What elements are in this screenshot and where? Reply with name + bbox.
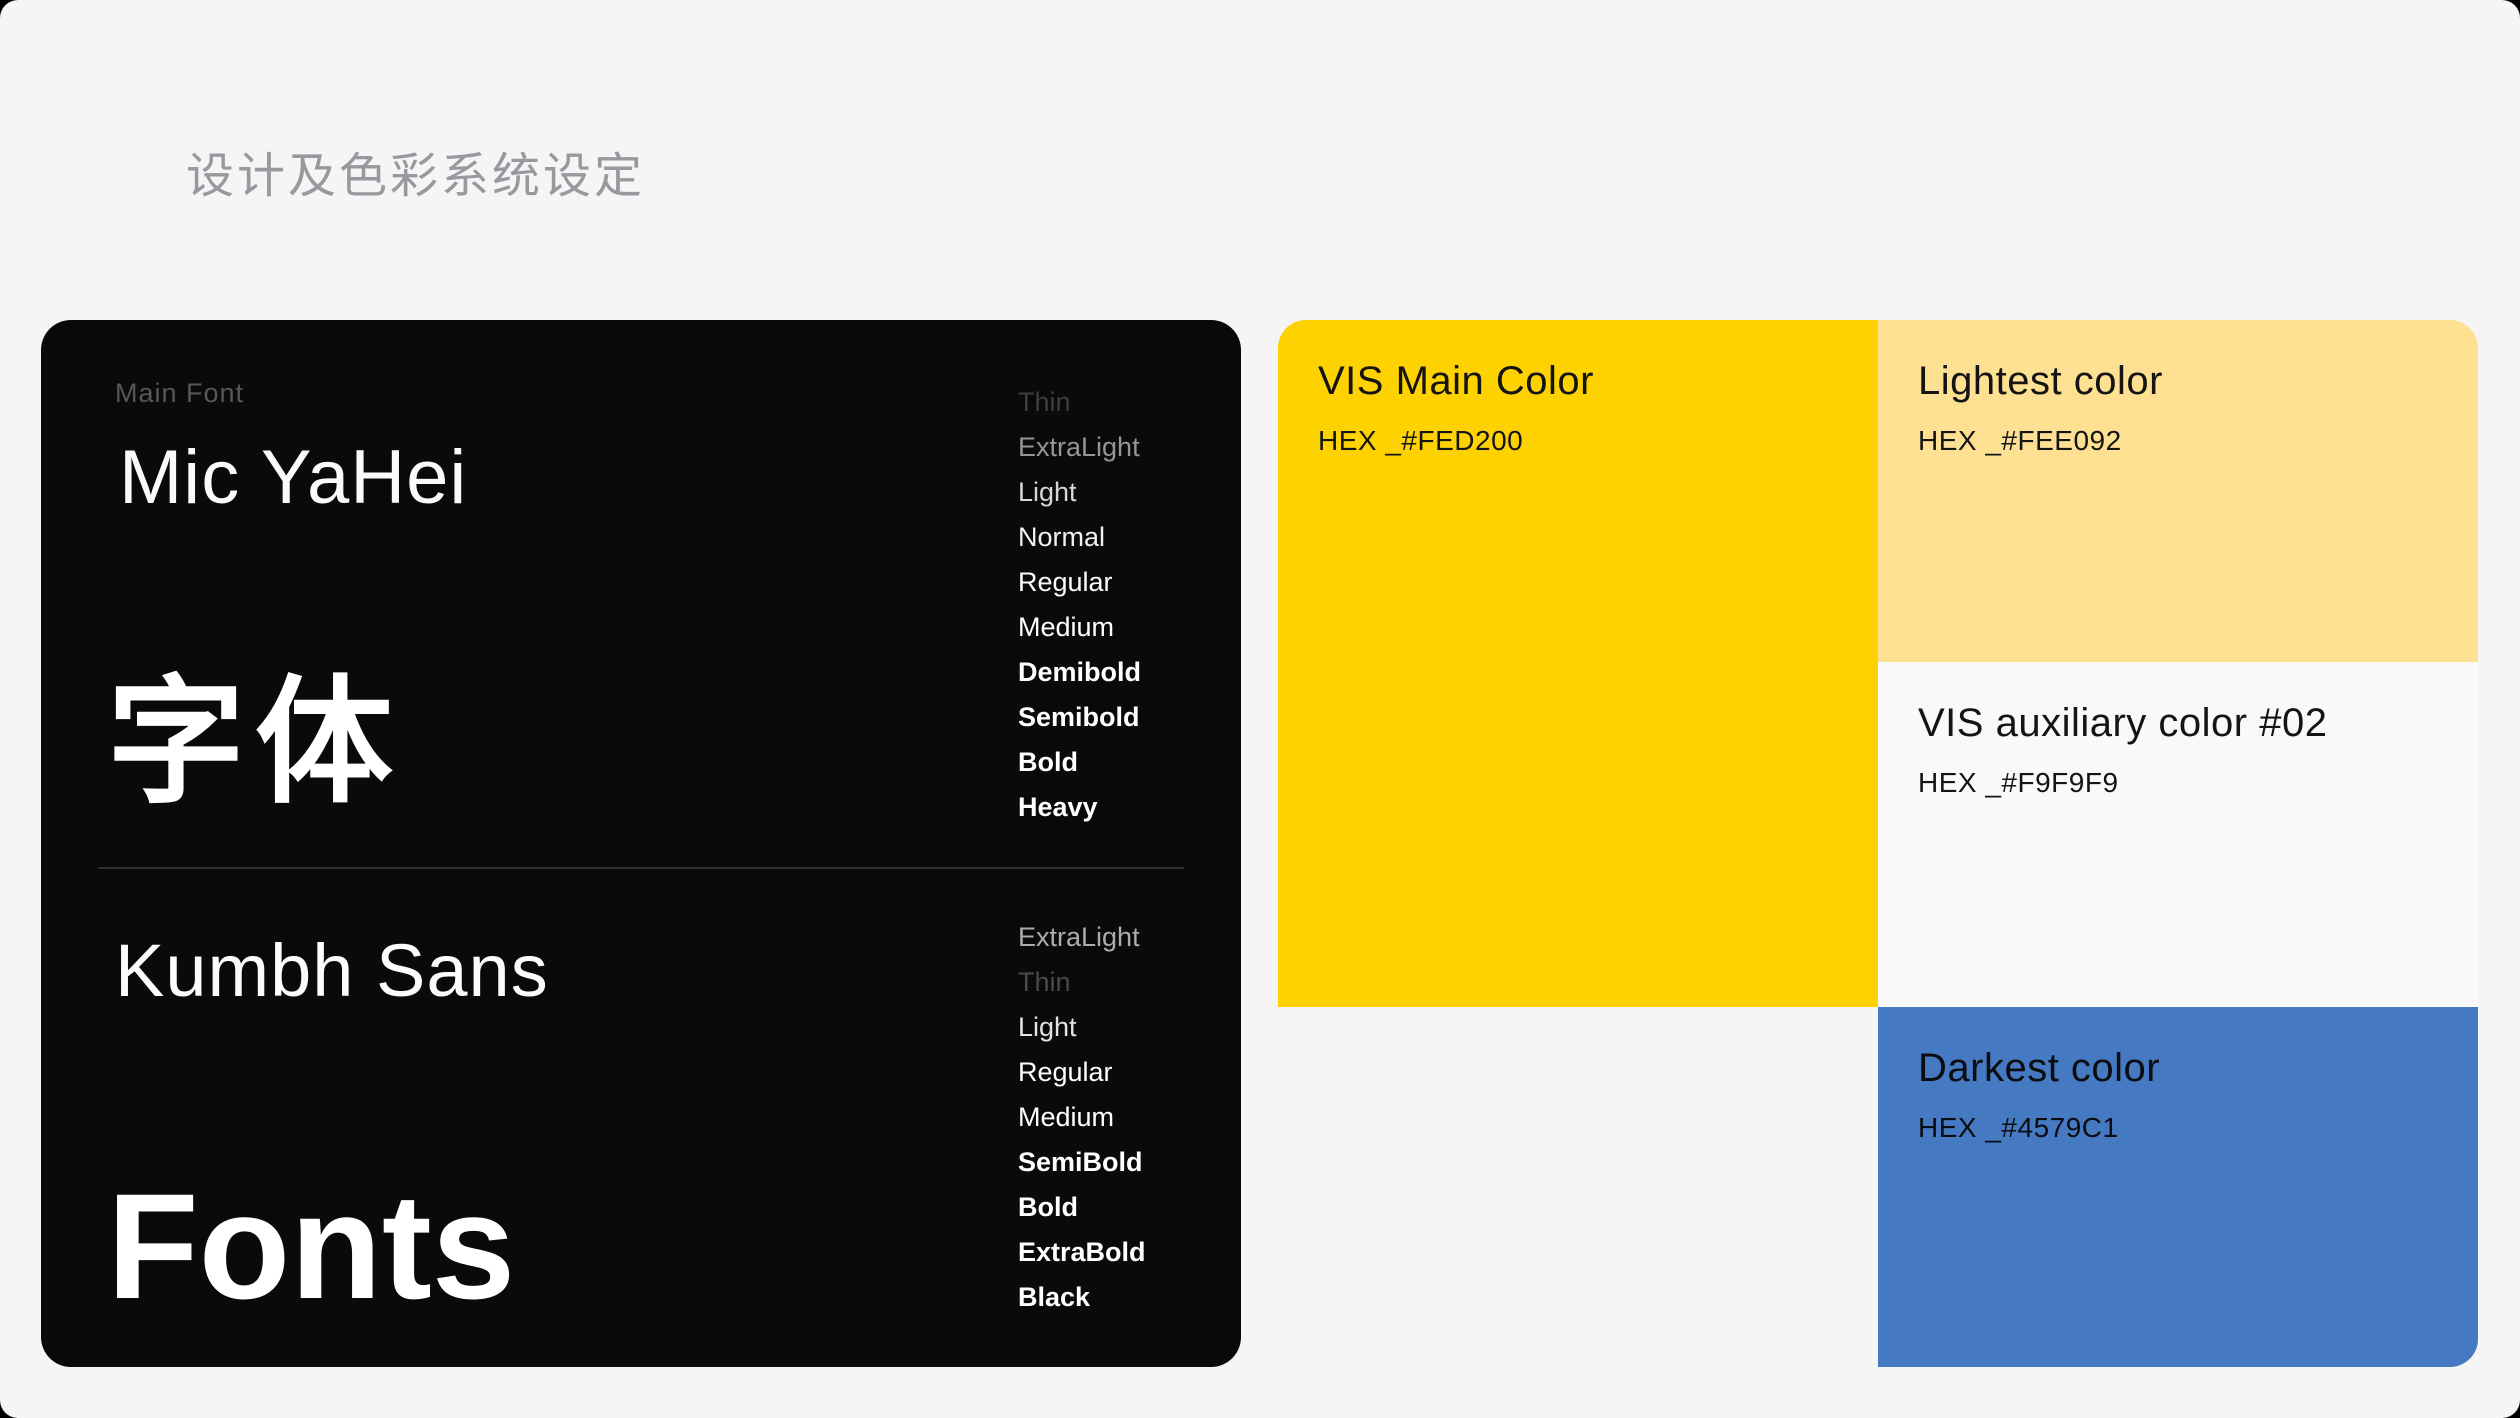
font-weight-item: Thin	[1018, 380, 1228, 425]
primary-font-name: Mic YaHei	[119, 440, 467, 516]
color-card-darkest: Darkest color HEX _#4579C1	[1878, 1007, 2478, 1367]
font-weight-item: ExtraLight	[1018, 425, 1228, 470]
font-weight-item: Demibold	[1018, 650, 1228, 695]
main-font-label: Main Font	[115, 378, 244, 409]
font-weight-item: ExtraLight	[1018, 915, 1228, 960]
font-weight-item: Heavy	[1018, 785, 1228, 830]
latin-specimen-text: Fonts	[107, 1171, 515, 1321]
font-weight-item: Bold	[1018, 740, 1228, 785]
color-card-hex: HEX _#F9F9F9	[1918, 767, 2119, 799]
font-weight-item: Light	[1018, 470, 1228, 515]
color-card-title: VIS Main Color	[1318, 357, 1594, 405]
primary-weight-list: Thin ExtraLight Light Normal Regular Med…	[1018, 380, 1228, 830]
font-weight-item: Normal	[1018, 515, 1228, 560]
color-card-title: Lightest color	[1918, 357, 2163, 405]
font-weight-item: Bold	[1018, 1185, 1228, 1230]
font-weight-item: Semibold	[1018, 695, 1228, 740]
font-weight-item: Medium	[1018, 1095, 1228, 1140]
font-weight-item: SemiBold	[1018, 1140, 1228, 1185]
secondary-font-name: Kumbh Sans	[115, 934, 549, 1008]
font-weight-item: Regular	[1018, 560, 1228, 605]
font-weight-item: Light	[1018, 1005, 1228, 1050]
font-spec-card: Main Font Mic YaHei Thin ExtraLight Ligh…	[41, 320, 1241, 1367]
color-swatch-grid: VIS Main Color HEX _#FED200 Lightest col…	[1278, 320, 2478, 1367]
color-card-lightest: Lightest color HEX _#FEE092	[1878, 320, 2478, 662]
color-card-title: Darkest color	[1918, 1044, 2160, 1092]
color-card-vis-main: VIS Main Color HEX _#FED200	[1278, 320, 1878, 1007]
cjk-specimen-text: 字体	[107, 674, 403, 812]
font-weight-item: Medium	[1018, 605, 1228, 650]
slide-canvas: 设计及色彩系统设定 Main Font Mic YaHei Thin Extra…	[0, 0, 2520, 1418]
font-weight-item: Thin	[1018, 960, 1228, 1005]
color-card-hex: HEX _#FED200	[1318, 425, 1523, 457]
color-card-auxiliary: VIS auxiliary color #02 HEX _#F9F9F9	[1878, 662, 2478, 1007]
font-weight-item: ExtraBold	[1018, 1230, 1228, 1275]
color-card-hex: HEX _#FEE092	[1918, 425, 2122, 457]
font-weight-item: Black	[1018, 1275, 1228, 1320]
font-weight-item: Regular	[1018, 1050, 1228, 1095]
color-card-hex: HEX _#4579C1	[1918, 1112, 2119, 1144]
card-divider	[98, 867, 1184, 869]
color-card-title: VIS auxiliary color #02	[1918, 699, 2327, 747]
page-title: 设计及色彩系统设定	[186, 136, 645, 206]
secondary-weight-list: ExtraLight Thin Light Regular Medium Sem…	[1018, 915, 1228, 1320]
